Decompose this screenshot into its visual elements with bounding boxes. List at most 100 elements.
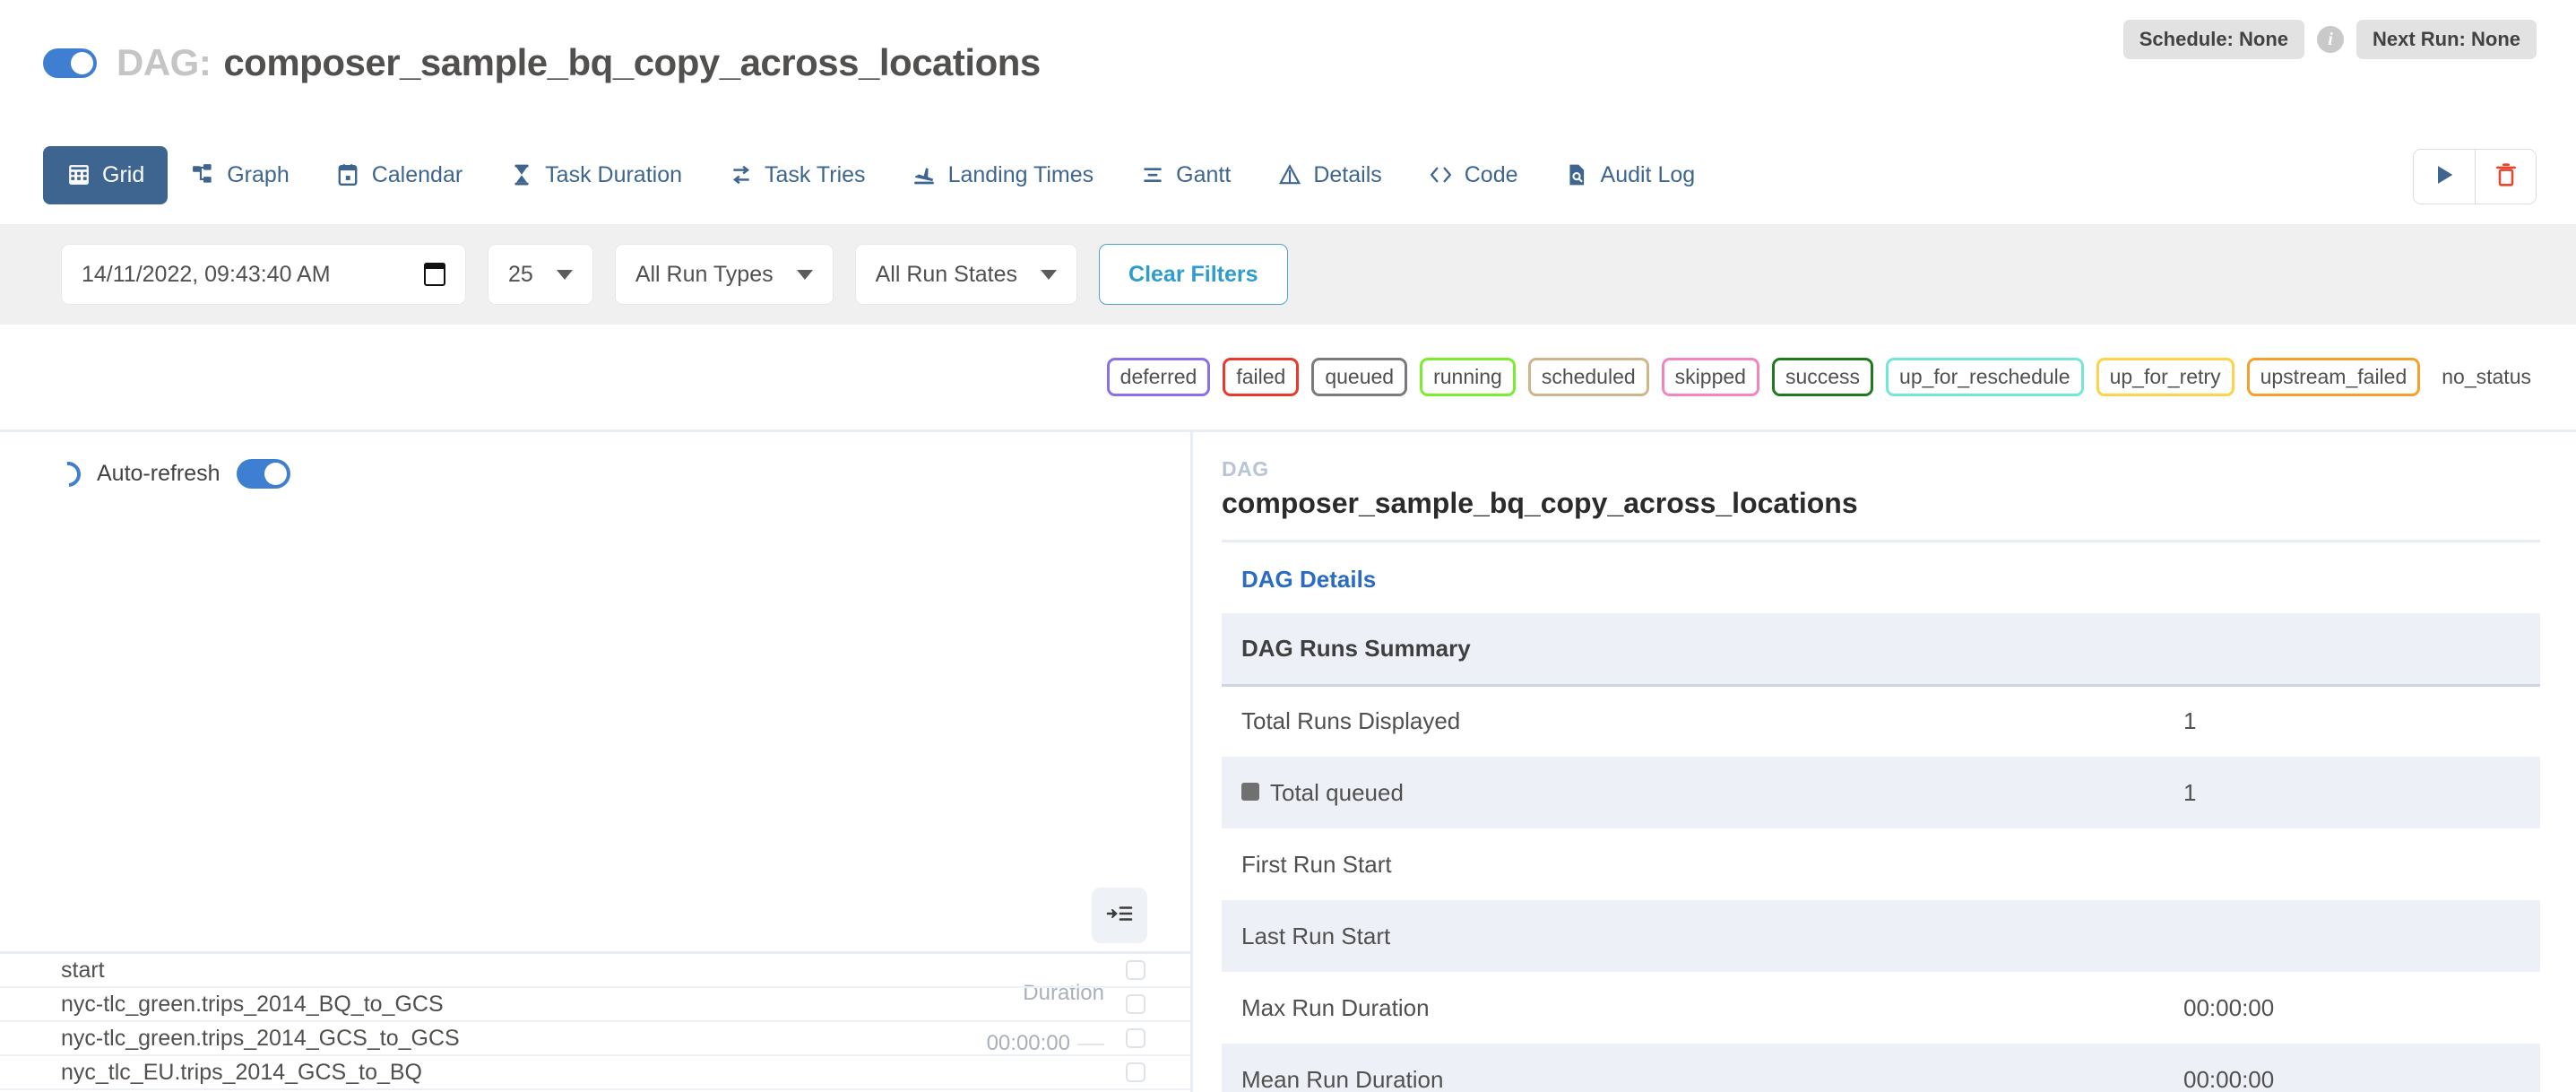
- header-right-group: Schedule: None i Next Run: None: [2122, 20, 2537, 59]
- grid-icon: [66, 163, 91, 187]
- tab-graph[interactable]: Graph: [168, 146, 312, 204]
- tab-calendar-label: Calendar: [371, 161, 463, 187]
- details-title: composer_sample_bq_copy_across_locations: [1222, 487, 2540, 542]
- tab-landing-times-label: Landing Times: [947, 161, 1094, 187]
- task-checkbox[interactable]: [1126, 994, 1145, 1014]
- table-row: Max Run Duration 00:00:00: [1222, 972, 2540, 1044]
- table-row[interactable]: nyc-tlc_green.trips_2014_GCS_to_GCS: [0, 1022, 1190, 1056]
- num-runs-select[interactable]: 25: [488, 244, 593, 305]
- tab-landing-times[interactable]: Landing Times: [889, 146, 1118, 204]
- chevron-down-icon: [556, 269, 573, 280]
- triangle-alert-icon: [1277, 163, 1301, 187]
- dag-prefix-label: DAG:: [117, 41, 212, 83]
- tab-grid[interactable]: Grid: [43, 145, 169, 204]
- tab-calendar[interactable]: Calendar: [313, 146, 486, 204]
- row-label: Last Run Start: [1241, 922, 1391, 949]
- tab-code-label: Code: [1464, 161, 1518, 187]
- table-row[interactable]: nyc-tlc_green.trips_2014_BQ_to_GCS: [0, 988, 1190, 1022]
- clear-filters-button[interactable]: Clear Filters: [1099, 244, 1288, 305]
- table-row: Total queued 1: [1222, 757, 2540, 828]
- row-value: [2164, 900, 2540, 972]
- run-date-input[interactable]: 14/11/2022, 09:43:40 AM: [61, 244, 466, 305]
- table-row: Total Runs Displayed 1: [1222, 685, 2540, 757]
- chevron-down-icon: [1041, 269, 1058, 280]
- tab-gantt[interactable]: Gantt: [1117, 146, 1254, 204]
- auto-refresh-group: Auto-refresh: [0, 432, 1190, 492]
- task-name: nyc-tlc_green.trips_2014_BQ_to_GCS: [61, 991, 444, 1017]
- task-checkbox[interactable]: [1126, 1028, 1145, 1048]
- calendar-icon: [336, 163, 360, 187]
- legend-queued[interactable]: queued: [1311, 358, 1408, 396]
- tab-audit-log-label: Audit Log: [1600, 161, 1696, 187]
- plane-landing-icon: [912, 163, 937, 187]
- task-name: start: [61, 957, 105, 983]
- row-label: Mean Run Duration: [1241, 1065, 1444, 1092]
- tab-task-tries[interactable]: Task Tries: [705, 146, 889, 204]
- table-row[interactable]: start: [0, 954, 1190, 988]
- tab-task-duration[interactable]: Task Duration: [486, 146, 705, 204]
- queued-state-swatch: [1241, 782, 1259, 801]
- task-name: nyc-tlc_green.trips_2014_GCS_to_GCS: [61, 1025, 460, 1051]
- row-label: Max Run Duration: [1241, 993, 1430, 1021]
- legend-up-for-retry[interactable]: up_for_retry: [2096, 358, 2235, 396]
- trash-icon: [2494, 162, 2518, 192]
- auto-refresh-toggle[interactable]: [236, 459, 290, 489]
- chevron-down-icon: [796, 269, 813, 280]
- status-legend: deferred failed queued running scheduled…: [0, 325, 2576, 432]
- main-body: Auto-refresh Duration 00:00:00 00:00:00 …: [0, 432, 2576, 1092]
- play-icon: [2432, 162, 2457, 192]
- delete-dag-button[interactable]: [2475, 150, 2536, 204]
- task-checkbox[interactable]: [1126, 1062, 1145, 1082]
- retry-icon: [729, 163, 753, 187]
- table-row[interactable]: nyc_tlc_EU.trips_2014_GCS_to_BQ: [0, 1056, 1190, 1090]
- dag-pause-toggle[interactable]: [43, 48, 97, 78]
- row-value: 00:00:00: [2183, 1065, 2275, 1092]
- row-value: 1: [2183, 778, 2197, 806]
- legend-failed[interactable]: failed: [1223, 358, 1300, 396]
- row-value: 00:00:00: [2183, 993, 2275, 1021]
- refresh-spinner-icon: [50, 455, 86, 492]
- collapse-sidebar-button[interactable]: [1092, 888, 1147, 943]
- legend-no-status: no_status: [2442, 365, 2531, 388]
- run-date-value: 14/11/2022, 09:43:40 AM: [82, 261, 331, 287]
- view-tabs: Grid Graph Calendar Task Duration Task T: [0, 126, 2576, 224]
- collapse-sidebar-icon: [1106, 902, 1133, 930]
- legend-running[interactable]: running: [1420, 358, 1516, 396]
- table-row: Mean Run Duration 00:00:00: [1222, 1044, 2540, 1092]
- run-type-value: All Run Types: [635, 261, 774, 287]
- tab-details-label: Details: [1313, 161, 1382, 187]
- run-state-value: All Run States: [875, 261, 1018, 287]
- task-checkbox[interactable]: [1126, 960, 1145, 980]
- table-row: First Run Start: [1222, 828, 2540, 900]
- run-type-select[interactable]: All Run Types: [614, 244, 834, 305]
- tab-details[interactable]: Details: [1254, 146, 1405, 204]
- legend-skipped[interactable]: skipped: [1661, 358, 1759, 396]
- tab-grid-label: Grid: [102, 161, 145, 187]
- run-state-select[interactable]: All Run States: [854, 244, 1078, 305]
- legend-upstream-failed[interactable]: upstream_failed: [2246, 358, 2421, 396]
- table-section-header: DAG Runs Summary: [1222, 613, 2540, 687]
- legend-success[interactable]: success: [1771, 358, 1874, 396]
- row-value: [2164, 828, 2540, 900]
- gantt-icon: [1140, 163, 1164, 187]
- airflow-dag-grid-page: DAG: composer_sample_bq_copy_across_loca…: [0, 0, 2576, 1092]
- legend-scheduled[interactable]: scheduled: [1527, 358, 1649, 396]
- filter-bar: 14/11/2022, 09:43:40 AM 25 All Run Types…: [0, 224, 2576, 325]
- task-list: start nyc-tlc_green.trips_2014_BQ_to_GCS…: [0, 951, 1190, 1092]
- tab-code[interactable]: Code: [1405, 146, 1542, 204]
- tab-task-tries-label: Task Tries: [765, 161, 866, 187]
- calendar-picker-icon[interactable]: [424, 263, 445, 286]
- tab-audit-log[interactable]: Audit Log: [1542, 146, 1719, 204]
- tab-dag-details[interactable]: DAG Details: [1222, 542, 1376, 613]
- grid-panel: Auto-refresh Duration 00:00:00 00:00:00 …: [0, 432, 1193, 1092]
- dag-actions-group: [2413, 149, 2537, 204]
- tab-gantt-label: Gantt: [1176, 161, 1232, 187]
- info-icon[interactable]: i: [2317, 26, 2344, 53]
- tab-graph-label: Graph: [227, 161, 290, 187]
- trigger-dag-button[interactable]: [2414, 150, 2475, 204]
- section-header-label: DAG Runs Summary: [1222, 613, 2540, 687]
- legend-up-for-reschedule[interactable]: up_for_reschedule: [1886, 358, 2084, 396]
- num-runs-value: 25: [508, 261, 533, 287]
- row-label: First Run Start: [1241, 850, 1392, 878]
- legend-deferred[interactable]: deferred: [1106, 358, 1211, 396]
